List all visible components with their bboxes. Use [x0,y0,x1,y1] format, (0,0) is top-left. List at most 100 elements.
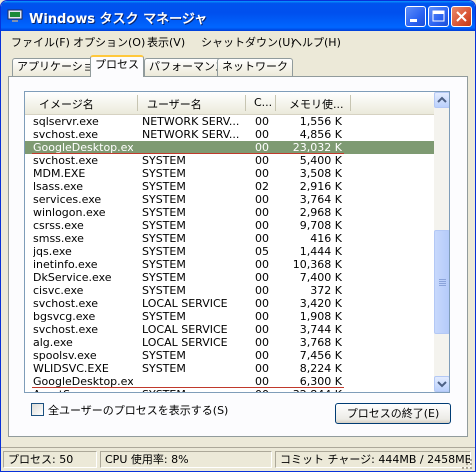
user-name-cell: SYSTEM [142,310,186,323]
column-user-name[interactable]: ユーザー名 [147,96,202,112]
chevron-down-icon [437,381,447,388]
cpu-cell: 00 [255,206,269,219]
tab-network[interactable]: ネットワーク [217,58,293,76]
title-bar[interactable]: Windows タスク マネージャ [1,1,475,31]
table-row[interactable]: svchost.exe SYSTEM 00 5,400 K [25,154,435,167]
cpu-cell: 00 [255,362,269,375]
column-divider[interactable] [275,95,276,111]
vertical-scrollbar[interactable] [434,92,449,392]
table-row[interactable]: csrss.exe SYSTEM 00 9,708 K [25,219,435,232]
column-memory[interactable]: メモリ使... [289,96,344,112]
table-row[interactable]: svchost.exe LOCAL SERVICE 00 3,420 K [25,297,435,310]
table-row[interactable]: svchost.exe NETWORK SERV... 00 4,856 K [25,128,435,141]
table-row[interactable]: winlogon.exe SYSTEM 00 2,968 K [25,206,435,219]
user-name-cell: SYSTEM [142,362,186,375]
minimize-button[interactable] [405,6,426,27]
user-name-cell: SYSTEM [142,388,254,392]
table-row[interactable]: WLIDSVC.EXE SYSTEM 00 8,224 K [25,362,435,375]
cpu-cell: 00 [255,336,269,349]
column-divider[interactable] [245,95,246,111]
scroll-up-button[interactable] [434,92,449,108]
tab-processes[interactable]: プロセス [90,55,144,77]
close-button[interactable] [451,6,472,27]
memory-cell: 3,764 K [299,193,342,206]
user-name-cell: SYSTEM [142,232,186,245]
table-row[interactable]: jqs.exe SYSTEM 05 1,444 K [25,245,435,258]
process-name-cell: winlogon.exe [33,206,106,219]
user-name-cell: SYSTEM [142,154,186,167]
process-name-cell: sqlservr.exe [33,115,99,128]
menu-bar: ファイル(F) オプション(O) 表示(V) シャットダウン(U) ヘルプ(H) [1,31,475,51]
table-row[interactable]: smss.exe SYSTEM 00 416 K [25,232,435,245]
table-row[interactable]: DkService.exe SYSTEM 00 7,400 K [25,271,435,284]
process-name-cell: csrss.exe [33,219,84,232]
table-row[interactable]: spoolsv.exe SYSTEM 00 7,456 K [25,349,435,362]
menu-options[interactable]: オプション(O) [73,34,145,50]
memory-cell: 3,768 K [299,336,342,349]
process-name-cell: lsass.exe [33,180,83,193]
table-row[interactable]: AvastSvc.exe SYSTEM00 32,844 K [25,388,435,392]
column-cpu[interactable]: C... [254,96,272,109]
cpu-cell: 00 [255,388,269,392]
cpu-cell: 00 [255,128,269,141]
process-name-cell: spoolsv.exe [33,349,97,362]
process-list[interactable]: イメージ名 ユーザー名 C... メモリ使... sqlservr.exe NET… [24,91,450,393]
menu-help[interactable]: ヘルプ(H) [291,34,341,50]
scroll-thumb[interactable] [434,230,449,334]
memory-cell: 372 K [310,284,342,297]
menu-view[interactable]: 表示(V) [147,34,185,50]
process-name-cell: svchost.exe [33,128,99,141]
memory-cell: 10,368 K [292,258,342,271]
column-divider[interactable] [137,95,138,111]
cpu-cell: 00 [255,154,269,167]
memory-cell: 9,708 K [299,219,342,232]
table-row[interactable]: lsass.exe SYSTEM 02 2,916 K [25,180,435,193]
table-row[interactable]: alg.exe LOCAL SERVICE 00 3,768 K [25,336,435,349]
cpu-cell: 00 [255,271,269,284]
table-row[interactable]: sqlservr.exe NETWORK SERV... 00 1,556 K [25,115,435,128]
show-all-users-checkbox[interactable] [31,403,44,416]
scroll-down-button[interactable] [434,376,449,392]
process-name-cell: AvastSvc.exe [33,388,133,392]
window-title: Windows タスク マネージャ [29,12,208,27]
show-all-users-label[interactable]: 全ユーザーのプロセスを表示する(S) [48,402,228,418]
memory-cell: 3,744 K [299,323,342,336]
status-cpu-usage: CPU 使用率: 8% [100,451,272,468]
menu-file[interactable]: ファイル(F) [11,34,70,50]
memory-cell: 5,400 K [299,154,342,167]
end-process-button[interactable]: プロセスの終了(E) [335,403,451,424]
column-image-name[interactable]: イメージ名 [39,96,94,112]
menu-shutdown[interactable]: シャットダウン(U) [201,34,295,50]
table-row[interactable]: bgsvcg.exe SYSTEM 00 1,908 K [25,310,435,323]
cpu-cell: 05 [255,245,269,258]
table-row[interactable]: GoogleDesktop.exe 00 6,300 K [25,375,435,388]
cpu-cell: 00 [255,258,269,271]
cpu-cell: 00 [255,232,269,245]
cpu-cell: 00 [255,349,269,362]
process-name-cell: jqs.exe [33,245,72,258]
maximize-button[interactable] [428,6,449,27]
process-rows: sqlservr.exe NETWORK SERV... 00 1,556 Ksvch… [25,115,435,392]
table-row[interactable]: GoogleDesktop.exe 00 23,032 K [25,141,435,154]
process-name-cell: inetinfo.exe [33,258,98,271]
status-commit-charge: コミット チャージ: 444MB / 2458MB [275,451,471,468]
user-name-cell: NETWORK SERV... [142,115,240,128]
table-row[interactable]: svchost.exe LOCAL SERVICE 00 3,744 K [25,323,435,336]
close-icon [456,11,467,22]
user-name-cell: LOCAL SERVICE [142,336,228,349]
process-name-cell: smss.exe [33,232,84,245]
table-row[interactable]: inetinfo.exe SYSTEM 00 10,368 K [25,258,435,271]
table-row[interactable]: services.exe SYSTEM 00 3,764 K [25,193,435,206]
user-name-cell: LOCAL SERVICE [142,297,228,310]
task-manager-window: Windows タスク マネージャ ファイル(F) オプション(O) 表示(V)… [0,0,476,472]
table-row[interactable]: cisvc.exe SYSTEM 00 372 K [25,284,435,297]
column-header: イメージ名 ユーザー名 C... メモリ使... [25,92,435,115]
resize-grip-icon[interactable] [461,458,473,470]
memory-cell: 23,032 K [292,141,342,154]
process-name-cell: svchost.exe [33,297,99,310]
column-divider[interactable] [350,95,351,111]
memory-cell: 32,844 K [275,388,342,392]
memory-cell: 3,420 K [299,297,342,310]
process-name-cell: alg.exe [33,336,73,349]
table-row[interactable]: MDM.EXE SYSTEM 00 3,508 K [25,167,435,180]
